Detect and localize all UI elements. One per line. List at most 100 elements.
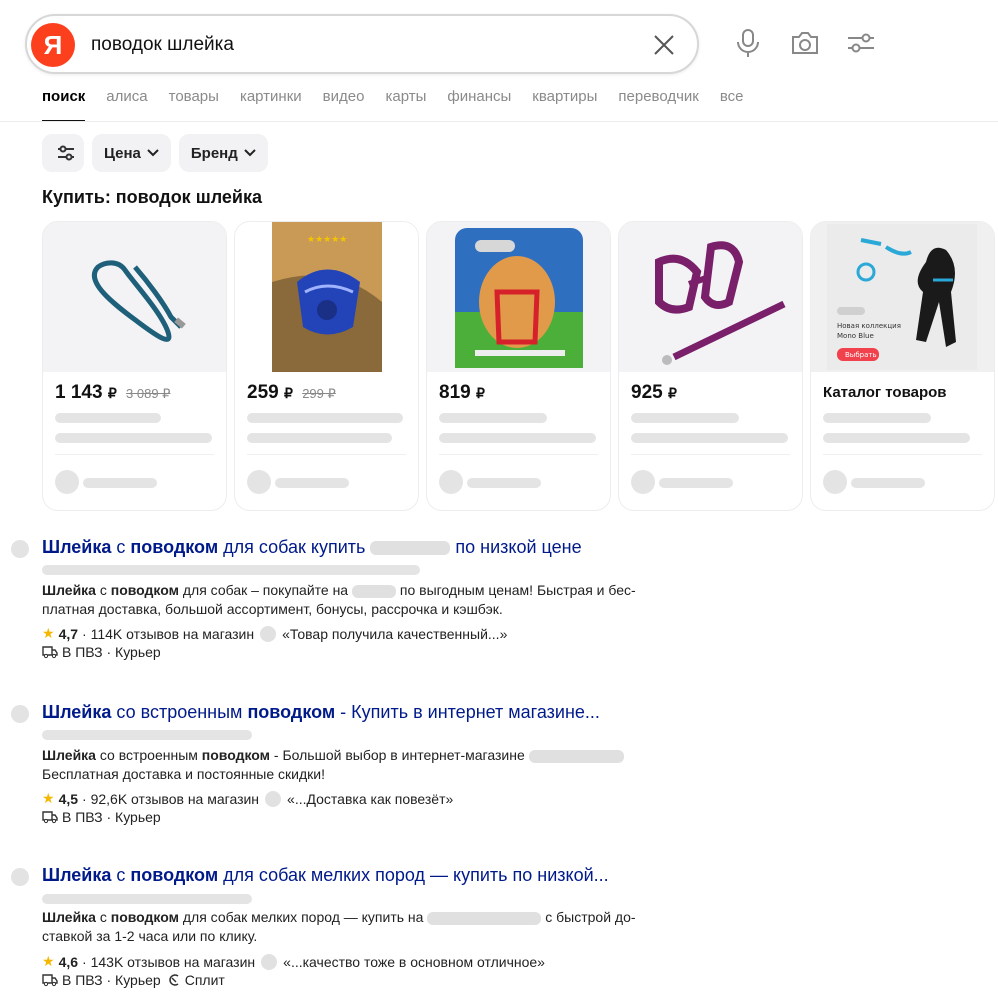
yandex-logo[interactable]: Я (31, 23, 75, 67)
shopping-section-title: Купить: поводок шлейка (42, 187, 262, 207)
delivery-info: В ПВЗ · Курьер (42, 809, 161, 825)
promo-line2: Mono Blue (837, 332, 874, 340)
reviewer-avatar (260, 625, 277, 642)
review-quote[interactable]: «...качество тоже в основном отличное» (283, 954, 545, 970)
shop-rating: ★ 4,6 · 143K отзывов на магазин «...качес… (42, 953, 545, 970)
shop-rating: ★ 4,7 · 114K отзывов на магазин «Товар по… (42, 625, 508, 642)
url-placeholder (42, 894, 252, 904)
star-icon: ★ (42, 790, 55, 806)
review-quote[interactable]: «...Доставка как повезёт» (287, 791, 453, 807)
placeholder-line (823, 433, 970, 443)
placeholder-line (659, 478, 733, 488)
product-carousel: 1 143 ₽ 3 089 ₽ ★★★★★ 259 ₽ 299 ₽ 819 ₽ … (42, 221, 995, 511)
placeholder-line (851, 478, 925, 488)
result-title-link[interactable]: Шлейка со встроенным поводком - Купить в… (42, 702, 600, 723)
search-bar[interactable]: Я (25, 14, 699, 74)
blurred-shop-name (370, 541, 451, 556)
result-title-link[interactable]: Шлейка с поводком для собак мелких пород… (42, 865, 609, 886)
blurred-shop-name (528, 749, 624, 763)
card-divider (439, 454, 598, 455)
shop-avatar (55, 470, 79, 494)
tab-all[interactable]: все (720, 88, 744, 122)
search-tabs: поиск алиса товары картинки видео карты … (42, 88, 765, 122)
delivery-info: В ПВЗ · Курьер (42, 644, 161, 660)
truck-icon (42, 811, 58, 824)
delivery-info: В ПВЗ · Курьер Сплит (42, 972, 225, 988)
star-icon: ★ (42, 953, 55, 969)
promo-button: Выбрать (845, 351, 877, 359)
product-image-leash (43, 222, 226, 372)
result-snippet: Шлейка со встроенным поводком - Большой … (42, 746, 682, 784)
blurred-shop-name (351, 584, 396, 598)
review-quote[interactable]: «Товар получила качественный...» (282, 626, 507, 642)
search-input[interactable] (91, 34, 611, 56)
old-price: 3 089 ₽ (126, 386, 171, 401)
placeholder-line (439, 433, 596, 443)
placeholder-line (823, 413, 931, 423)
filter-sliders-icon (58, 145, 74, 161)
brand-filter[interactable]: Бренд (178, 134, 268, 172)
filter-settings-button[interactable] (42, 134, 84, 172)
price-filter[interactable]: Цена (92, 134, 171, 172)
product-price: 259 ₽ 299 ₽ (247, 382, 336, 403)
product-card[interactable]: ★★★★★ 259 ₽ 299 ₽ (234, 221, 419, 511)
promo-line1: Новая коллекция (837, 322, 901, 330)
filter-bar: Цена Бренд (42, 134, 268, 172)
card-divider (631, 454, 790, 455)
tab-video[interactable]: видео (323, 88, 365, 122)
clear-icon[interactable] (651, 32, 677, 58)
product-price: 925 ₽ (631, 382, 677, 403)
product-image-harness: ★★★★★ (235, 222, 418, 372)
tabs-divider (0, 121, 998, 122)
tab-apartments[interactable]: квартиры (532, 88, 597, 122)
card-divider (823, 454, 982, 455)
truck-icon (42, 646, 58, 659)
product-card[interactable]: 1 143 ₽ 3 089 ₽ (42, 221, 227, 511)
product-price: 1 143 ₽ 3 089 ₽ (55, 382, 171, 403)
microphone-icon[interactable] (731, 26, 765, 60)
camera-icon[interactable] (788, 26, 822, 60)
chevron-down-icon (147, 149, 159, 157)
placeholder-line (631, 413, 739, 423)
catalog-title: Каталог товаров (823, 384, 947, 401)
truck-icon (42, 974, 58, 987)
product-price: 819 ₽ (439, 382, 485, 403)
settings-icon[interactable] (844, 26, 878, 60)
catalog-card[interactable]: Новая коллекция Mono Blue Выбрать Катало… (810, 221, 995, 511)
shop-avatar (823, 470, 847, 494)
product-card[interactable]: 819 ₽ (426, 221, 611, 511)
placeholder-line (467, 478, 541, 488)
placeholder-line (631, 433, 788, 443)
card-divider (247, 454, 406, 455)
favicon (11, 705, 29, 723)
card-divider (55, 454, 214, 455)
tab-finance[interactable]: финансы (447, 88, 511, 122)
placeholder-line (439, 413, 547, 423)
reviewer-avatar (265, 790, 282, 807)
shop-rating: ★ 4,5 · 92,6K отзывов на магазин «...Дост… (42, 790, 454, 807)
url-placeholder (42, 565, 420, 575)
product-image-cat-harness (427, 222, 610, 372)
product-card[interactable]: 925 ₽ (618, 221, 803, 511)
result-title-link[interactable]: Шлейка с поводком для собак купить по ни… (42, 537, 582, 558)
placeholder-line (247, 413, 403, 423)
split-label: Сплит (184, 972, 225, 988)
tab-maps[interactable]: карты (385, 88, 426, 122)
blurred-shop-name (427, 911, 542, 925)
result-snippet: Шлейка с поводком для собак мелких пород… (42, 909, 636, 944)
tab-products[interactable]: товары (169, 88, 219, 122)
price-filter-label: Цена (104, 144, 141, 162)
tab-translator[interactable]: переводчик (618, 88, 698, 122)
placeholder-line (275, 478, 349, 488)
placeholder-line (247, 433, 392, 443)
tab-search[interactable]: поиск (42, 88, 86, 122)
placeholder-line (55, 433, 212, 443)
old-price: 299 ₽ (302, 386, 336, 401)
tab-images[interactable]: картинки (240, 88, 302, 122)
split-icon (168, 974, 179, 986)
tab-alice[interactable]: алиса (106, 88, 147, 122)
catalog-promo-image: Новая коллекция Mono Blue Выбрать (811, 222, 994, 372)
shop-avatar (631, 470, 655, 494)
chevron-down-icon (244, 149, 256, 157)
shop-avatar (439, 470, 463, 494)
